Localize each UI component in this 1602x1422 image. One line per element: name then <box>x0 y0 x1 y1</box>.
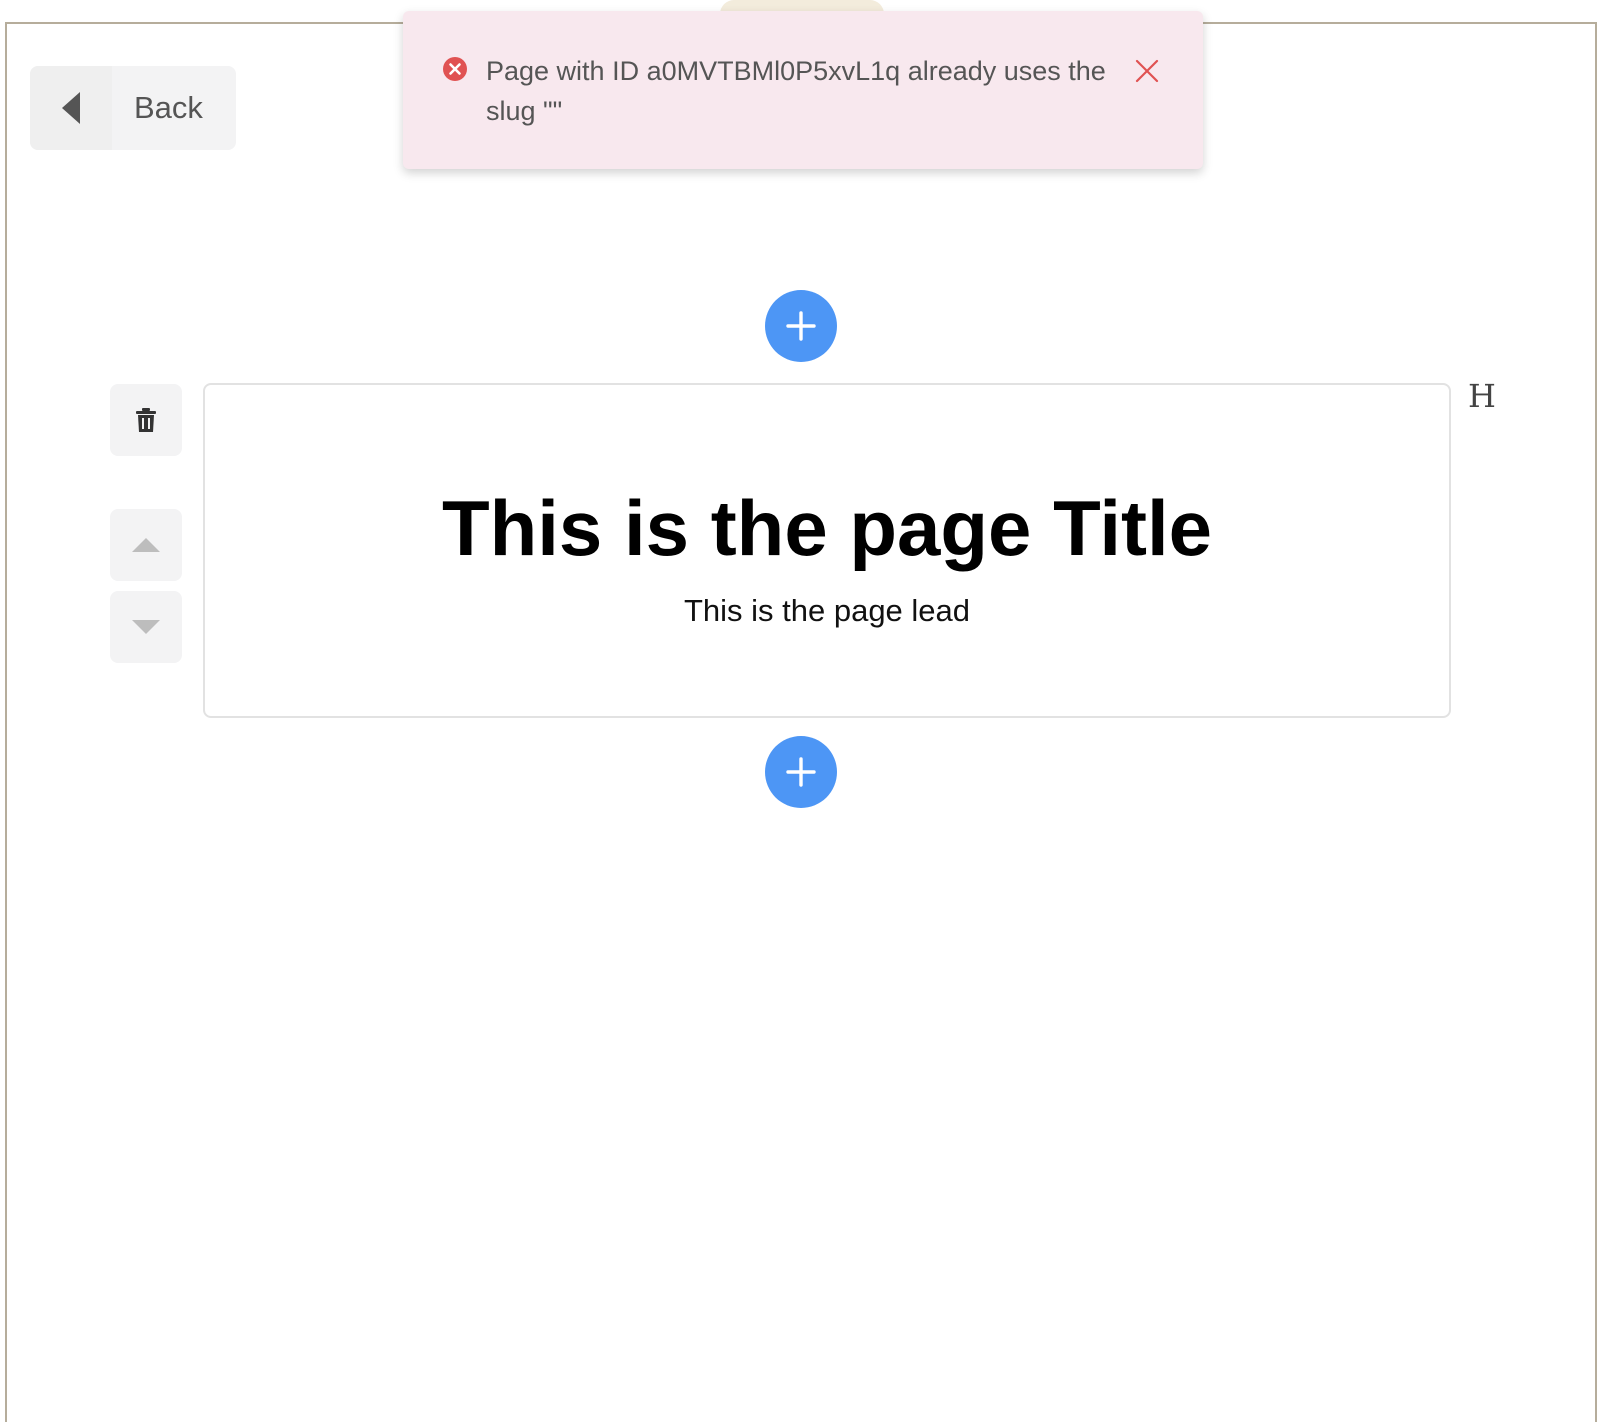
add-block-above-button[interactable] <box>765 290 837 362</box>
caret-up-icon <box>132 538 160 552</box>
page-lead[interactable]: This is the page lead <box>205 591 1449 631</box>
trash-icon <box>136 408 156 432</box>
caret-down-icon <box>132 620 160 634</box>
move-down-button[interactable] <box>110 591 182 663</box>
page-title[interactable]: This is the page Title <box>205 483 1449 573</box>
back-button[interactable]: Back <box>30 66 236 150</box>
block-type-marker: H <box>1468 377 1496 415</box>
error-circle-icon <box>443 57 467 81</box>
move-up-button[interactable] <box>110 509 182 581</box>
toast-message: Page with ID a0MVTBMl0P5xvL1q already us… <box>486 56 1106 126</box>
title-block[interactable]: This is the page Title This is the page … <box>203 383 1451 718</box>
close-icon[interactable] <box>1135 59 1159 83</box>
back-icon-box <box>30 66 112 150</box>
plus-icon <box>786 757 816 787</box>
error-toast: Page with ID a0MVTBMl0P5xvL1q already us… <box>403 11 1203 169</box>
editor-frame <box>5 22 1597 1422</box>
delete-block-button[interactable] <box>110 384 182 456</box>
caret-left-icon <box>62 92 80 124</box>
back-label: Back <box>134 90 203 125</box>
plus-icon <box>786 311 816 341</box>
add-block-below-button[interactable] <box>765 736 837 808</box>
